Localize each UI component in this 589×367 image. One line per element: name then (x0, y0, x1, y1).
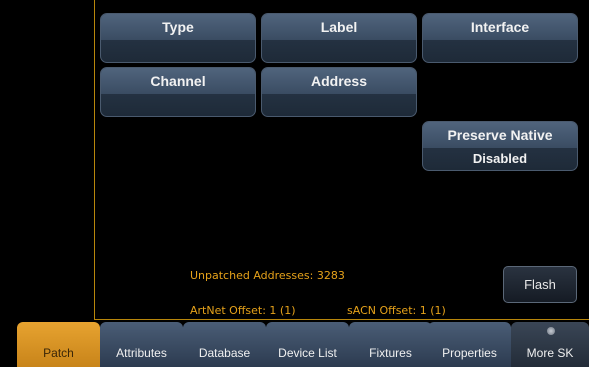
softkey-label: Fixtures (369, 346, 412, 360)
softkey-fixtures[interactable]: Fixtures (349, 322, 432, 367)
softkey-label: Patch (43, 346, 74, 360)
softkey-label: Properties (442, 346, 497, 360)
type-header: Type (101, 14, 255, 40)
sacn-offset: sACN Offset: 1 (1) (347, 304, 446, 317)
unpatched-addresses: Unpatched Addresses: 3283 (190, 269, 345, 282)
flash-button[interactable]: Flash (503, 266, 577, 303)
interface-value (423, 40, 577, 62)
type-value (101, 40, 255, 62)
address-header: Address (262, 68, 416, 94)
softkey-device-list[interactable]: Device List (266, 322, 349, 367)
address-value (262, 94, 416, 116)
softkey-label: Database (198, 346, 251, 360)
softkey-properties[interactable]: Properties (428, 322, 511, 367)
label-field[interactable]: Label (261, 13, 417, 63)
softkey-attributes[interactable]: Attributes (100, 322, 183, 367)
softkey-label: Attributes (116, 346, 167, 360)
interface-header: Interface (423, 14, 577, 40)
softkey-label: More SK (526, 346, 574, 360)
label-header: Label (262, 14, 416, 40)
left-panel (0, 0, 94, 320)
softkey-database[interactable]: Database (183, 322, 266, 367)
label-value (262, 40, 416, 62)
softkey-bar: Patch Attributes Database Device List Fi… (0, 320, 589, 367)
preserve-native-value: Disabled (472, 151, 528, 166)
softkey-label: Device List (278, 346, 337, 360)
preserve-native-field[interactable]: Preserve Native Disabled (422, 121, 578, 171)
channel-value (101, 94, 255, 116)
softkey-more[interactable]: More SK (511, 322, 589, 367)
channel-field[interactable]: Channel (100, 67, 256, 117)
indicator-dot-icon (547, 327, 555, 335)
interface-field[interactable]: Interface (422, 13, 578, 63)
type-field[interactable]: Type (100, 13, 256, 63)
softkey-patch[interactable]: Patch (17, 322, 100, 367)
artnet-offset: ArtNet Offset: 1 (1) (190, 304, 296, 317)
preserve-native-header: Preserve Native (423, 122, 577, 148)
channel-header: Channel (101, 68, 255, 94)
address-field[interactable]: Address (261, 67, 417, 117)
